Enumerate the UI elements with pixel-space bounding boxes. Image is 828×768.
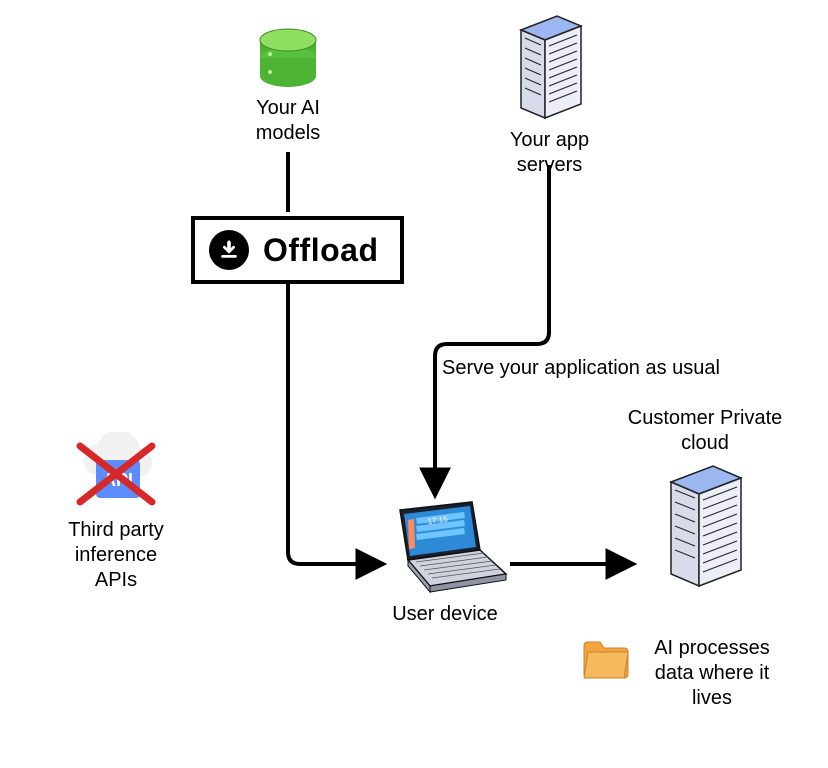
label-third-party: Third party inference APIs [68,518,164,593]
offload-box: Offload [191,216,404,284]
annotation-serve: Serve your application as usual [442,356,762,381]
server-icon [511,12,589,122]
label-ai-models: Your AI models [256,96,320,146]
download-arrow-icon [209,230,249,270]
label-customer-cloud: Customer Private cloud [628,406,783,456]
label-app-servers: Your app servers [510,128,589,178]
laptop-icon: 17:15 [380,500,510,596]
node-ai-models: Your AI models [248,28,328,146]
node-user-device: 17:15 User device [380,500,510,627]
annotation-processes: AI processes data where it lives [642,636,782,711]
label-user-device: User device [392,602,498,627]
node-third-party: API Third party inference APIs [56,432,176,593]
node-processes: AI processes data where it lives [580,636,820,711]
database-icon [256,28,320,90]
folder-icon [580,636,632,680]
arrow-offload-to-device [288,284,382,564]
cloud-api-crossed-icon: API [68,432,164,512]
diagram-canvas: Your AI models Offload [0,0,828,768]
node-app-servers: Your app servers [502,12,597,178]
node-customer-cloud: Customer Private cloud [620,400,790,592]
offload-label: Offload [263,232,378,269]
arrow-servers-to-device [435,165,549,494]
server-icon-2 [659,462,751,592]
